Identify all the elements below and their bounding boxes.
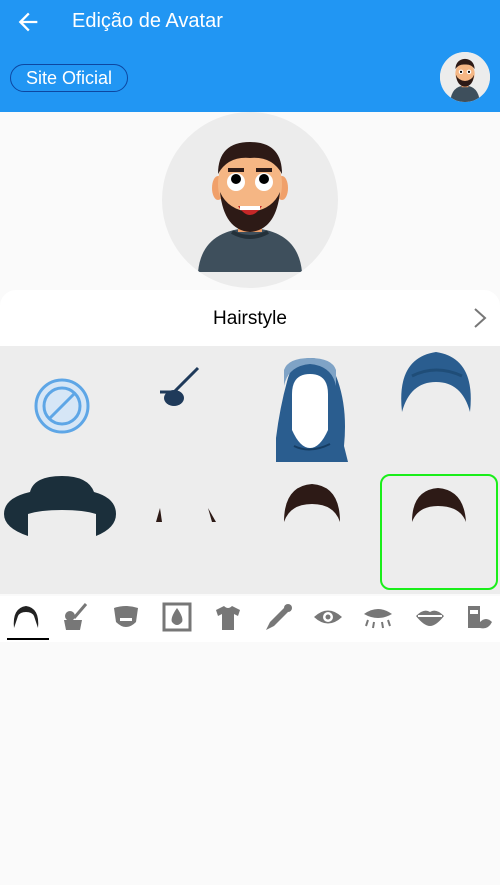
accessories-tab-icon[interactable] — [464, 602, 496, 632]
option-wide-brim-hat[interactable] — [0, 470, 124, 590]
option-eyepatch[interactable] — [124, 346, 248, 466]
avatar-preview-image — [198, 142, 302, 272]
category-tabs — [0, 596, 500, 642]
hairstyle-tab-icon[interactable] — [10, 602, 42, 632]
hijab-icon — [276, 358, 348, 462]
option-short-hair[interactable] — [248, 470, 372, 590]
profile-avatar[interactable] — [440, 52, 490, 102]
site-oficial-button[interactable]: Site Oficial — [10, 64, 128, 92]
eyebrows-tab-icon[interactable] — [362, 602, 394, 632]
option-none[interactable] — [0, 346, 124, 466]
wide-brim-hat-icon — [4, 476, 116, 536]
page-title: Edição de Avatar — [72, 10, 223, 32]
option-turban[interactable] — [372, 346, 496, 466]
avatar-small-icon — [440, 52, 490, 102]
option-thin-hair[interactable] — [124, 470, 248, 590]
eyes-tab-icon[interactable] — [312, 602, 344, 632]
chevron-right-icon[interactable] — [470, 306, 490, 330]
clothing-tab-icon[interactable] — [212, 602, 244, 632]
active-tab-indicator — [7, 638, 49, 640]
app-bar: Edição de Avatar Site Oficial — [0, 0, 500, 112]
avatar-preview — [162, 112, 338, 288]
back-arrow-icon[interactable] — [14, 8, 42, 36]
thin-hair-icon — [156, 508, 216, 522]
option-hijab[interactable] — [248, 346, 372, 466]
short-hair-alt-icon — [412, 488, 466, 522]
facial-hair-tab-icon[interactable] — [110, 602, 142, 632]
short-hair-icon — [284, 484, 340, 522]
skin-tone-tab-icon[interactable] — [162, 602, 194, 632]
hair-color-tab-icon[interactable] — [60, 602, 92, 632]
turban-icon — [401, 352, 471, 412]
clothing-color-tab-icon[interactable] — [262, 602, 294, 632]
no-item-icon — [34, 378, 90, 434]
option-grid — [0, 346, 500, 594]
option-short-hair-selected[interactable] — [380, 474, 498, 590]
category-title: Hairstyle — [213, 308, 287, 329]
category-header[interactable]: Hairstyle — [0, 290, 500, 346]
eyepatch-icon — [160, 366, 200, 406]
mouth-tab-icon[interactable] — [414, 602, 446, 632]
